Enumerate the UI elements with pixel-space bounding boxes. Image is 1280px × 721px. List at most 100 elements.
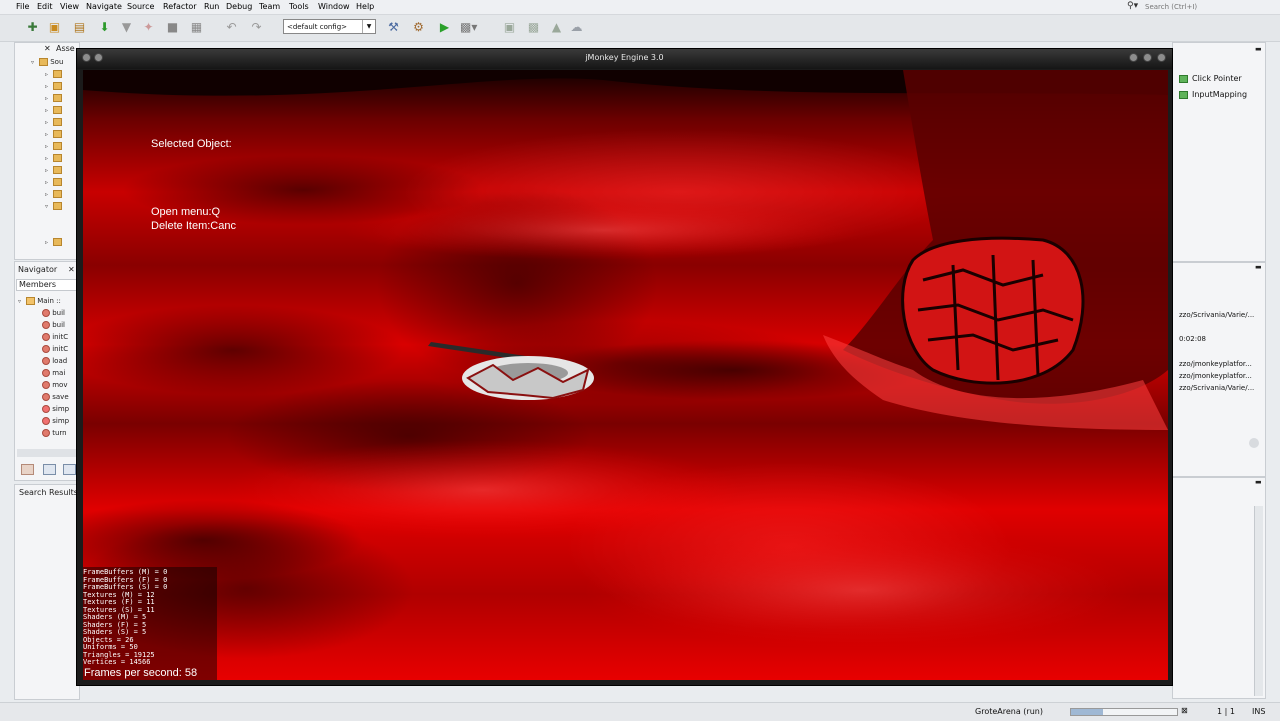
tree-folder[interactable]: ▹ — [45, 94, 62, 102]
member-label: buil — [52, 321, 66, 329]
clean-build-icon[interactable]: ⚙ — [411, 20, 426, 35]
tab-search-results[interactable]: Search Results — [19, 488, 78, 497]
members-filter[interactable]: Members — [16, 279, 78, 291]
tree-folder[interactable]: ▹ — [45, 190, 62, 198]
minimize-icon[interactable]: ▬ — [1255, 478, 1262, 486]
menu-tools[interactable]: Tools — [289, 2, 309, 11]
debug-icon[interactable]: ▩▾ — [460, 20, 477, 35]
member-item[interactable]: turn — [42, 429, 67, 437]
redo-icon[interactable]: ↷ — [249, 20, 264, 35]
tree-root[interactable]: ▿ Sou — [31, 58, 63, 66]
menu-window[interactable]: Window — [318, 2, 350, 11]
tab-navigator[interactable]: Navigator — [18, 265, 57, 274]
tab-assets[interactable]: Asse — [56, 44, 75, 53]
filter-icon[interactable]: ▼ — [119, 20, 134, 35]
menu-edit[interactable]: Edit — [37, 2, 53, 11]
filter-nonpublic-icon[interactable] — [63, 464, 76, 475]
plugin-icon[interactable]: ✦ — [141, 20, 156, 35]
profile-icon[interactable]: ▣ — [502, 20, 517, 35]
menu-team[interactable]: Team — [259, 2, 280, 11]
vertical-scrollbar[interactable] — [1254, 506, 1263, 696]
chevron-down-icon: ▼ — [362, 20, 375, 33]
filter-static-icon[interactable] — [43, 464, 56, 475]
new-file-icon[interactable]: ✚ — [25, 20, 40, 35]
menu-source[interactable]: Source — [127, 2, 154, 11]
game-viewport[interactable]: Selected Object: Open menu:Q Delete Item… — [83, 70, 1168, 680]
filter-fields-icon[interactable] — [21, 464, 34, 475]
member-item[interactable]: initC — [42, 345, 68, 353]
folder-icon — [53, 202, 62, 210]
member-item[interactable]: simp — [42, 417, 69, 425]
running-project-label[interactable]: GroteArena (run) — [975, 707, 1043, 716]
tree-folder[interactable]: ▹ — [45, 154, 62, 162]
stat-line: Shaders (M) = 5 — [83, 613, 147, 621]
right-top-panel: ▬ Click Pointer InputMapping — [1172, 42, 1266, 262]
tree-folder[interactable]: ▹ — [45, 118, 62, 126]
open-project-icon[interactable]: ▤ — [72, 20, 87, 35]
tree-folder[interactable]: ▹ — [45, 166, 62, 174]
tree-folder[interactable]: ▹ — [45, 130, 62, 138]
member-label: load — [52, 357, 68, 365]
menu-view[interactable]: View — [60, 2, 79, 11]
node-icon — [1179, 90, 1188, 99]
menu-navigate[interactable]: Navigate — [86, 2, 122, 11]
folder-icon — [39, 58, 48, 66]
progress-bar — [1070, 708, 1178, 716]
horizontal-scrollbar[interactable] — [17, 449, 79, 457]
download-icon[interactable]: ⬇ — [97, 20, 112, 35]
run-icon[interactable]: ▶ — [437, 20, 452, 35]
tree-folder[interactable]: ▿ — [45, 202, 62, 210]
folder-icon — [53, 82, 62, 90]
menu-run[interactable]: Run — [204, 2, 219, 11]
cancel-icon[interactable]: ⊠ — [1181, 706, 1188, 715]
close-icon[interactable] — [1157, 53, 1166, 62]
tree-folder[interactable]: ▹ — [45, 238, 62, 246]
search-input[interactable] — [1145, 1, 1279, 12]
member-item[interactable]: initC — [42, 333, 68, 341]
cloud-icon[interactable]: ☁ — [569, 20, 584, 35]
menu-help[interactable]: Help — [356, 2, 374, 11]
navigator-root[interactable]: ▿ Main :: — [18, 297, 61, 305]
member-item[interactable]: mov — [42, 381, 67, 389]
window-title: jMonkey Engine 3.0 — [585, 53, 664, 62]
window-sticky-icon[interactable] — [94, 53, 103, 62]
method-icon — [42, 357, 50, 365]
member-item[interactable]: save — [42, 393, 69, 401]
close-icon[interactable]: ✕ — [44, 44, 51, 53]
minimize-icon[interactable]: ▬ — [1255, 45, 1262, 53]
method-icon — [42, 393, 50, 401]
close-icon[interactable]: ✕ — [68, 265, 75, 274]
maximize-icon[interactable] — [1143, 53, 1152, 62]
minimize-icon[interactable] — [1129, 53, 1138, 62]
undo-icon[interactable]: ↶ — [224, 20, 239, 35]
menu-refactor[interactable]: Refactor — [163, 2, 197, 11]
tree-folder[interactable]: ▹ — [45, 142, 62, 150]
property-time: 0:02:08 — [1179, 335, 1206, 343]
member-item[interactable]: load — [42, 357, 67, 365]
tree-folder[interactable]: ▹ — [45, 82, 62, 90]
config-select[interactable]: <default config> ▼ — [283, 19, 376, 34]
search-box[interactable]: ⚲▾ — [1127, 1, 1279, 13]
minimize-icon[interactable]: ▬ — [1255, 263, 1262, 271]
member-item[interactable]: simp — [42, 405, 69, 413]
member-item[interactable]: buil — [42, 321, 65, 329]
new-project-icon[interactable]: ▣ — [47, 20, 62, 35]
menu-file[interactable]: File — [16, 2, 29, 11]
apply-changes-icon[interactable]: ▩ — [526, 20, 541, 35]
save-icon[interactable]: ■ — [165, 20, 180, 35]
scene-composer-icon[interactable]: ▲ — [549, 20, 564, 35]
member-item[interactable]: mai — [42, 369, 65, 377]
member-label: buil — [52, 309, 66, 317]
toggle-button[interactable] — [1249, 438, 1259, 448]
window-menu-icon[interactable] — [82, 53, 91, 62]
tree-folder[interactable]: ▹ — [45, 106, 62, 114]
build-hammer-icon[interactable]: ⚒ — [386, 20, 401, 35]
save-all-icon[interactable]: ▦ — [189, 20, 204, 35]
palette-item-input-mapping[interactable]: InputMapping — [1179, 90, 1247, 99]
tree-folder[interactable]: ▹ — [45, 70, 62, 78]
method-icon — [42, 381, 50, 389]
menu-debug[interactable]: Debug — [226, 2, 252, 11]
member-item[interactable]: buil — [42, 309, 65, 317]
palette-item-click-pointer[interactable]: Click Pointer — [1179, 74, 1242, 83]
tree-folder[interactable]: ▹ — [45, 178, 62, 186]
